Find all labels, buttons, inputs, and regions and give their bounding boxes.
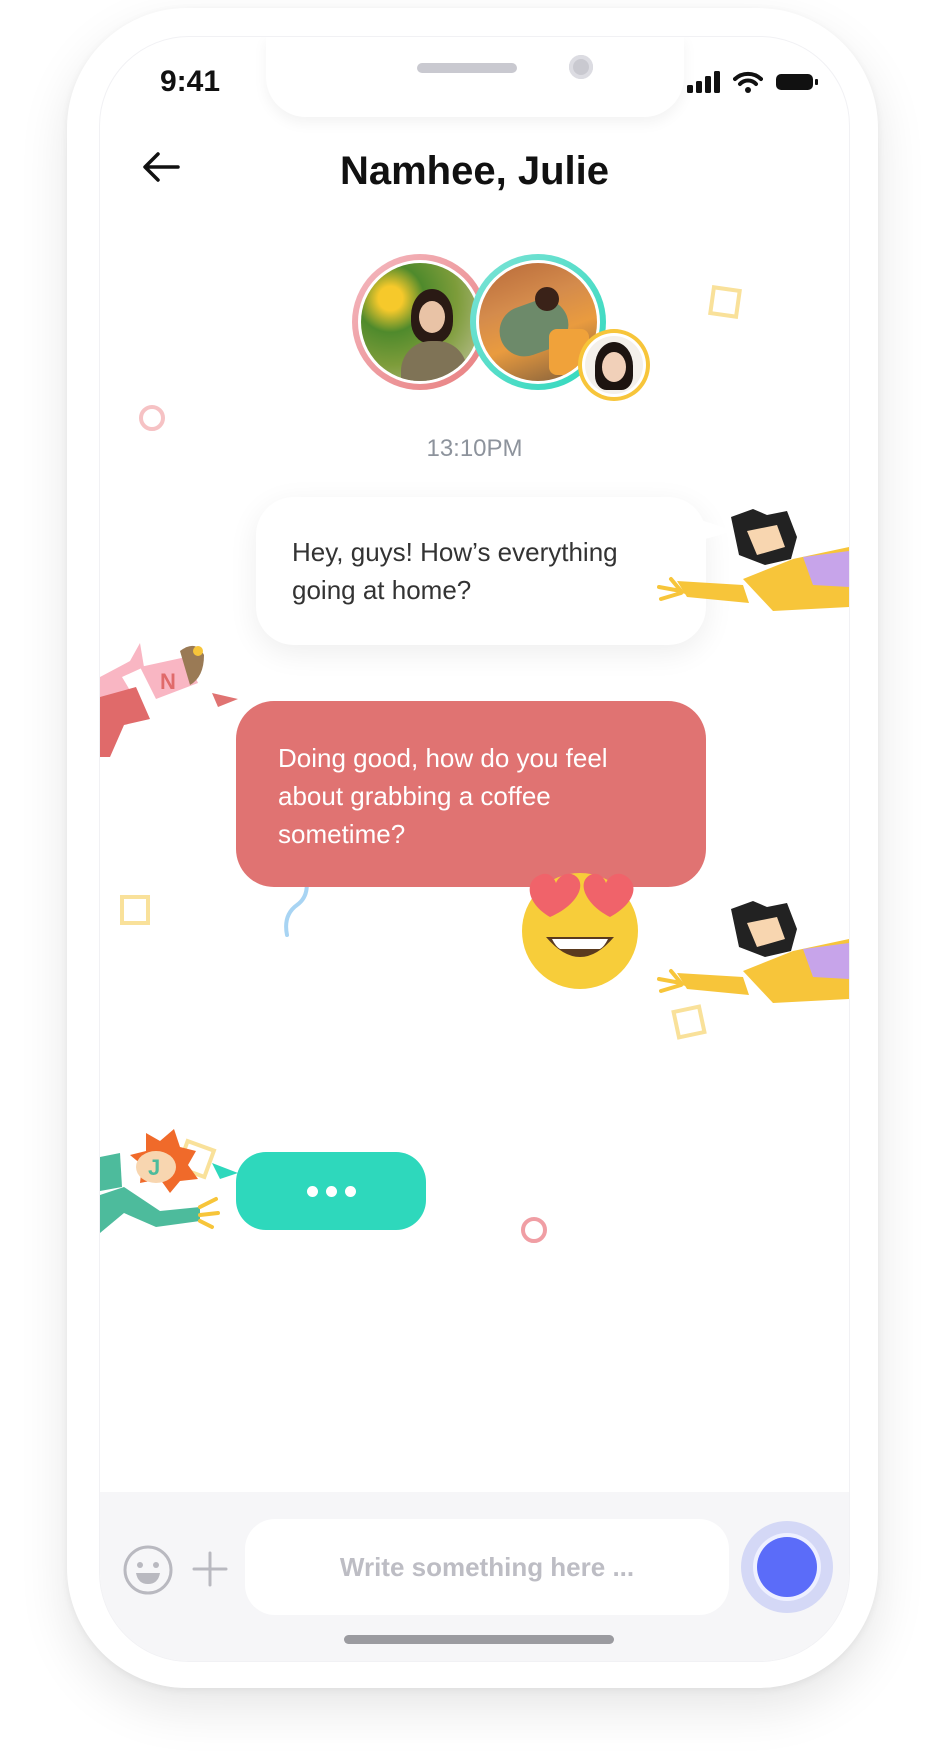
camera (569, 55, 593, 79)
message-bubble-incoming[interactable]: Doing good, how do you feel about grabbi… (236, 701, 706, 887)
typing-dot (325, 1185, 337, 1197)
signal-icon (687, 71, 720, 93)
message-bubble-outgoing[interactable]: Hey, guys! How’s everything going at hom… (256, 497, 706, 645)
heart-eyes-emoji[interactable] (518, 865, 642, 989)
typing-dot (306, 1185, 318, 1197)
status-icons (687, 71, 819, 93)
wifi-icon (733, 71, 763, 93)
notch (266, 37, 684, 117)
send-icon (757, 1537, 817, 1597)
namhee-character-illustration: N (100, 643, 238, 757)
julie-initial: J (148, 1155, 160, 1180)
namhee-initial: N (160, 669, 176, 694)
chat-title: Namhee, Julie (339, 149, 609, 193)
chat-timestamp: 13:10PM (426, 435, 523, 462)
plus-icon[interactable] (190, 1549, 230, 1589)
julie-character-illustration: J (100, 1129, 238, 1233)
message-text: Doing good, how do you feel about grabbi… (278, 743, 608, 849)
speaker (417, 63, 517, 73)
typing-indicator (236, 1152, 426, 1230)
status-time: 9:41 (160, 65, 221, 98)
message-input[interactable] (245, 1519, 729, 1615)
avatar-namhee[interactable] (352, 254, 488, 390)
send-button[interactable] (741, 1521, 833, 1613)
message-text: Hey, guys! How’s everything going at hom… (292, 537, 618, 605)
my-character-illustration (657, 901, 849, 1003)
typing-dot (344, 1185, 356, 1197)
battery-icon (776, 74, 818, 90)
chat-screen: 9:41 Namhee, Julie 13:10PM Hey, guys! Ho… (99, 36, 850, 1662)
home-indicator (344, 1635, 614, 1644)
emoji-icon[interactable] (122, 1544, 174, 1596)
avatar-user[interactable] (578, 329, 650, 401)
my-character-illustration (657, 509, 849, 611)
